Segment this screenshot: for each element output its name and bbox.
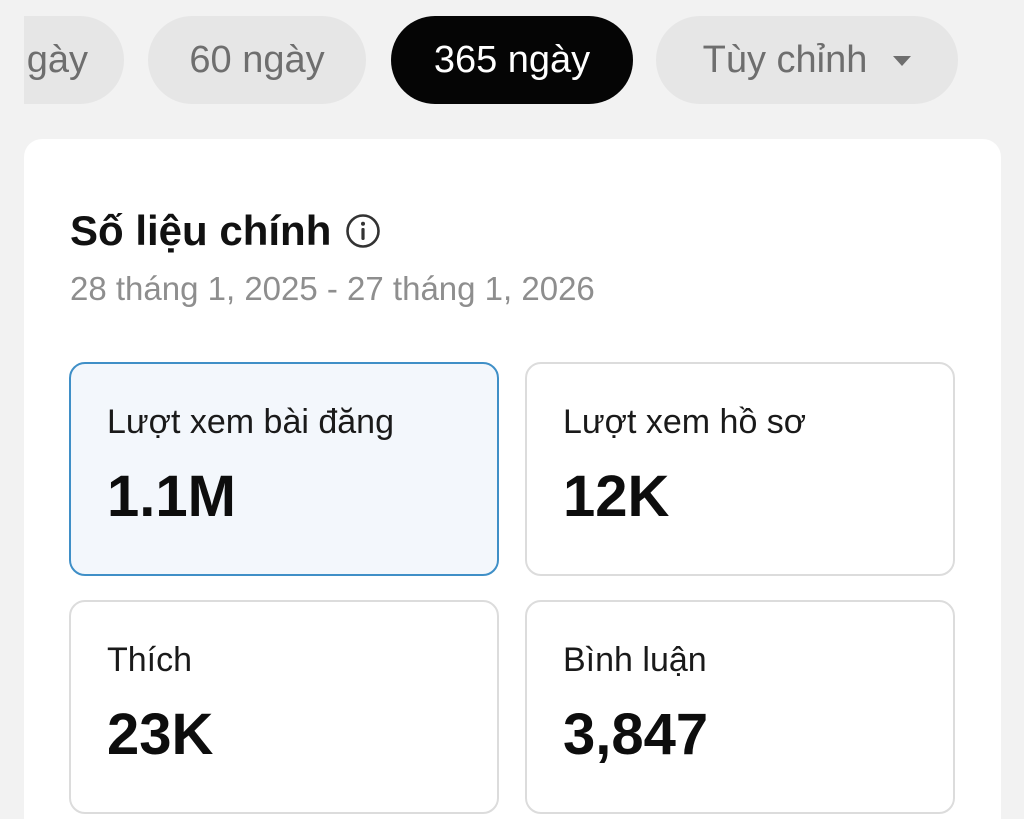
chip-365-days-label: 365 ngày xyxy=(433,38,591,81)
metric-value: 1.1M xyxy=(107,464,236,529)
metric-value: 12K xyxy=(563,464,670,529)
chip-custom-label: Tùy chỉnh xyxy=(702,38,868,81)
metric-label: Bình luận xyxy=(563,641,707,679)
metric-label: Thích xyxy=(107,641,193,679)
metric-comments[interactable]: Bình luận 3,847 xyxy=(525,600,955,814)
metric-label: Lượt xem hồ sơ xyxy=(563,403,807,441)
date-filter-bar: gày 60 ngày 365 ngày Tùy chỉnh xyxy=(0,0,1024,120)
chip-60-days[interactable]: 60 ngày xyxy=(148,16,366,104)
chip-30-days-label: gày xyxy=(26,38,88,81)
metric-profile-views[interactable]: Lượt xem hồ sơ 12K xyxy=(525,362,955,576)
card-header: Số liệu chính xyxy=(70,205,381,257)
metric-post-views[interactable]: Lượt xem bài đăng 1.1M xyxy=(69,362,499,576)
chip-60-days-label: 60 ngày xyxy=(189,38,325,81)
card-title: Số liệu chính xyxy=(70,207,332,254)
chip-custom-range[interactable]: Tùy chỉnh xyxy=(656,16,958,104)
metric-likes[interactable]: Thích 23K xyxy=(69,600,499,814)
metric-value: 23K xyxy=(107,702,214,767)
info-icon[interactable] xyxy=(345,213,381,249)
chip-365-days[interactable]: 365 ngày xyxy=(391,16,633,104)
edge-fade xyxy=(0,0,24,120)
insights-page: gày 60 ngày 365 ngày Tùy chỉnh Số liệu c… xyxy=(0,0,1024,819)
date-range: 28 tháng 1, 2025 - 27 tháng 1, 2026 xyxy=(70,270,595,307)
caret-down-icon xyxy=(893,56,912,66)
metric-value: 3,847 xyxy=(563,702,709,767)
key-metrics-card: Số liệu chính 28 tháng 1, 2025 - 27 thán… xyxy=(24,139,1001,819)
metric-label: Lượt xem bài đăng xyxy=(107,403,394,441)
